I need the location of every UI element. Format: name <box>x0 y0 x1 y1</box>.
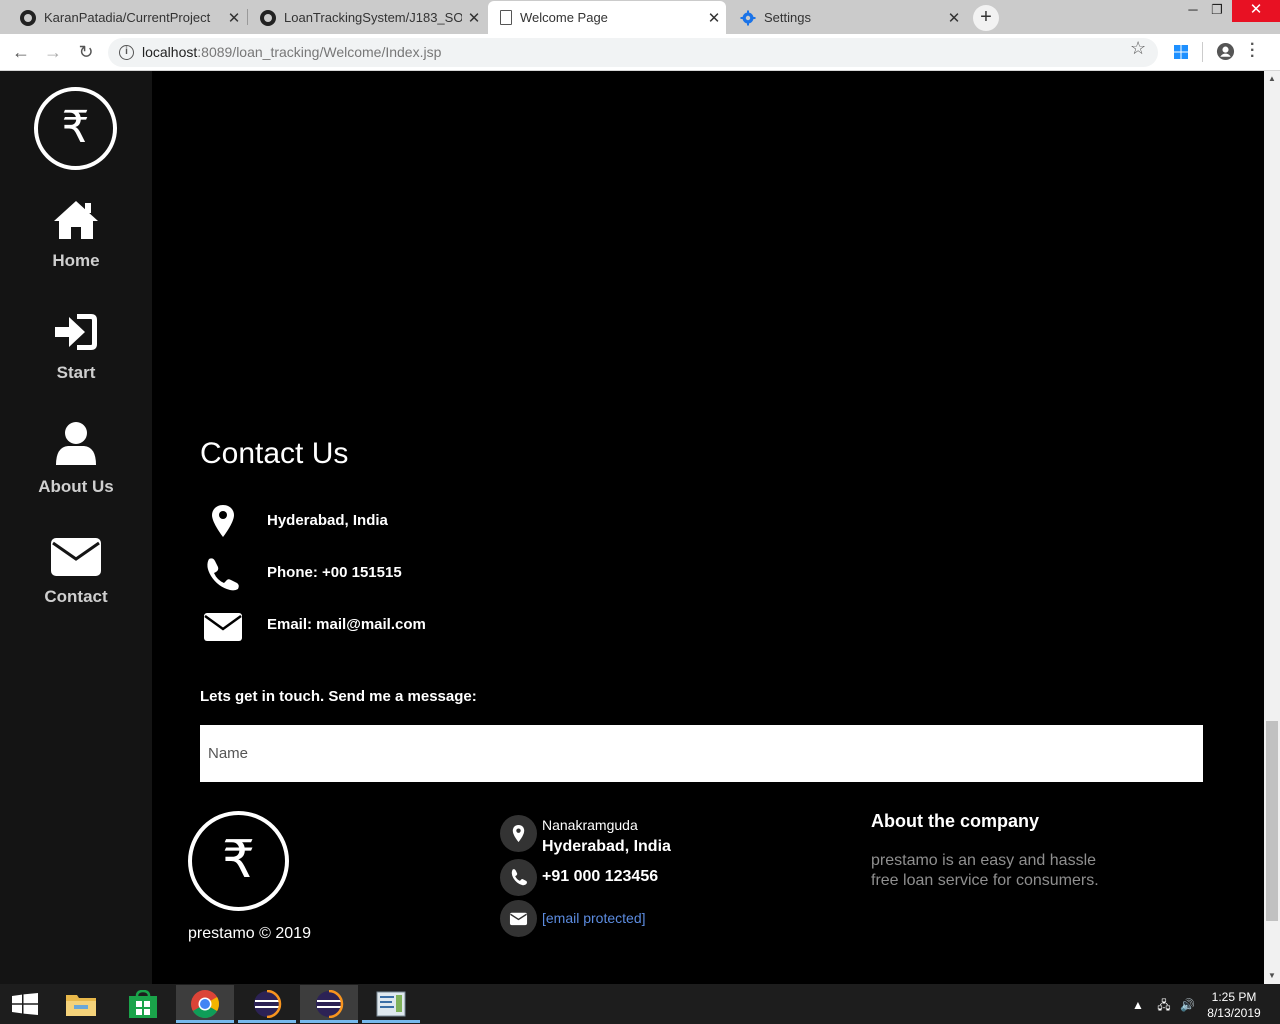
footer-copyright: prestamo © 2019 <box>188 925 311 942</box>
sidebar-item-label: Home <box>52 251 100 270</box>
bookmark-star-icon[interactable]: ☆ <box>1130 38 1146 59</box>
rupee-logo[interactable]: ₹ <box>34 87 117 170</box>
scroll-up-arrow-icon[interactable]: ▲ <box>1264 71 1280 87</box>
notepad-icon <box>376 991 406 1017</box>
map-marker-icon <box>212 505 234 537</box>
info-icon[interactable]: i <box>119 45 134 60</box>
close-icon[interactable]: ✕ <box>222 9 246 27</box>
page-scrollbar[interactable]: ▲ ▼ <box>1264 71 1280 984</box>
close-icon[interactable]: ✕ <box>702 9 726 27</box>
system-tray[interactable]: ▲ 🖧 🔊 <box>1132 996 1195 1017</box>
sidebar-item-home[interactable]: Home <box>0 199 152 295</box>
footer-email-link[interactable]: [email protected] <box>542 910 646 926</box>
tray-expand-icon[interactable]: ▲ <box>1132 998 1144 1012</box>
page-viewport: ₹ Home Start About Us Contact Contact Us… <box>0 71 1264 984</box>
tab-title: KaranPatadia/CurrentProject <box>44 10 211 25</box>
contact-address: Hyderabad, India <box>200 503 700 539</box>
taskbar-clock[interactable]: 1:25 PM 8/13/2019 <box>1200 989 1268 1021</box>
footer-about-title: About the company <box>871 811 1040 831</box>
profile-avatar-icon[interactable] <box>1216 42 1235 61</box>
footer-phone-icon <box>500 859 537 896</box>
user-icon <box>56 422 96 465</box>
browser-tab-bar: KaranPatadia/CurrentProject ✕ LoanTracki… <box>0 0 1280 34</box>
volume-icon[interactable]: 🔊 <box>1180 998 1195 1012</box>
message-prompt: Lets get in touch. Send me a message: <box>200 688 477 705</box>
eclipse-icon <box>316 990 344 1018</box>
taskbar-chrome[interactable] <box>176 985 234 1023</box>
contact-phone-text: Phone: +00 151515 <box>267 564 402 581</box>
sidebar: ₹ Home Start About Us Contact <box>0 71 152 984</box>
sidebar-item-about-us[interactable]: About Us <box>0 421 152 517</box>
footer-about-text: prestamo is an easy and hassle free loan… <box>871 852 1099 889</box>
tab-settings[interactable]: Settings ✕ <box>728 1 966 34</box>
footer-city: Hyderabad, India <box>542 838 671 855</box>
tab-github-loantracking[interactable]: LoanTrackingSystem/J183_SOW ✕ <box>248 1 486 34</box>
back-arrow-icon[interactable]: ← <box>9 40 33 64</box>
contact-email: Email: mail@mail.com <box>200 607 700 643</box>
toolbar-divider <box>1202 42 1203 62</box>
footer-rupee-logo: ₹ <box>188 811 289 911</box>
windows-taskbar: ▲ 🖧 🔊 1:25 PM 8/13/2019 <box>0 984 1280 1024</box>
taskbar-store[interactable] <box>114 985 172 1023</box>
menu-kebab-icon[interactable]: · · · <box>1250 37 1255 65</box>
envelope-icon <box>51 538 101 576</box>
store-icon <box>129 990 157 1018</box>
sign-in-icon <box>55 314 97 350</box>
folder-icon <box>66 995 96 1016</box>
footer-street: Nanakramguda <box>542 817 638 833</box>
github-icon <box>20 9 36 26</box>
sidebar-item-label: About Us <box>38 477 114 496</box>
footer-phone: +91 000 123456 <box>542 868 659 885</box>
window-close-icon[interactable]: ✕ <box>1232 0 1280 22</box>
gear-icon <box>740 10 756 25</box>
taskbar-eclipse-2[interactable] <box>300 985 358 1023</box>
contact-email-text: Email: mail@mail.com <box>267 616 426 633</box>
taskbar-notepad[interactable] <box>362 985 420 1023</box>
name-input[interactable] <box>200 725 1203 782</box>
eclipse-icon <box>254 990 282 1018</box>
sidebar-item-contact[interactable]: Contact <box>0 537 152 633</box>
network-icon[interactable]: 🖧 <box>1157 998 1170 1012</box>
tab-title: Welcome Page <box>520 10 608 25</box>
home-icon <box>54 201 98 239</box>
tab-title: Settings <box>764 10 811 25</box>
envelope-icon <box>204 613 242 641</box>
sidebar-item-label: Start <box>56 363 96 382</box>
contact-phone: Phone: +00 151515 <box>200 555 700 591</box>
chrome-icon <box>191 990 219 1018</box>
footer-map-marker-icon <box>500 815 537 852</box>
windows-start-icon[interactable] <box>12 993 38 1015</box>
clock-time: 1:25 PM <box>1211 990 1257 1004</box>
new-tab-button[interactable]: + <box>973 5 999 31</box>
close-icon[interactable]: ✕ <box>942 9 966 27</box>
reload-icon[interactable]: ↻ <box>74 40 98 64</box>
tab-title: LoanTrackingSystem/J183_SOW <box>284 10 462 25</box>
windows-extension-icon[interactable] <box>1173 44 1189 60</box>
restore-icon[interactable]: ❐ <box>1200 0 1234 22</box>
address-bar[interactable]: i localhost:8089/loan_tracking/Welcome/I… <box>108 38 1158 67</box>
sidebar-item-label: Contact <box>44 587 108 606</box>
forward-arrow-icon[interactable]: → <box>41 40 65 64</box>
url-path: :8089/loan_tracking/Welcome/Index.jsp <box>197 44 442 60</box>
close-icon[interactable]: ✕ <box>462 9 486 27</box>
url-host: localhost <box>142 44 198 60</box>
sidebar-item-start[interactable]: Start <box>0 311 152 407</box>
contact-heading: Contact Us <box>200 437 349 470</box>
footer-envelope-icon <box>500 900 537 937</box>
phone-icon <box>207 558 239 591</box>
scroll-down-arrow-icon[interactable]: ▼ <box>1264 968 1280 984</box>
tab-welcome-page[interactable]: Welcome Page ✕ <box>488 1 726 34</box>
github-icon <box>260 9 276 26</box>
taskbar-eclipse[interactable] <box>238 985 296 1023</box>
clock-date: 8/13/2019 <box>1207 1006 1261 1020</box>
scrollbar-thumb[interactable] <box>1266 721 1278 921</box>
document-icon <box>500 10 512 25</box>
contact-address-text: Hyderabad, India <box>267 512 388 529</box>
browser-toolbar: ← → ↻ i localhost:8089/loan_tracking/Wel… <box>0 34 1280 71</box>
tab-github-currentproject[interactable]: KaranPatadia/CurrentProject ✕ <box>8 1 246 34</box>
taskbar-file-explorer[interactable] <box>52 985 110 1023</box>
